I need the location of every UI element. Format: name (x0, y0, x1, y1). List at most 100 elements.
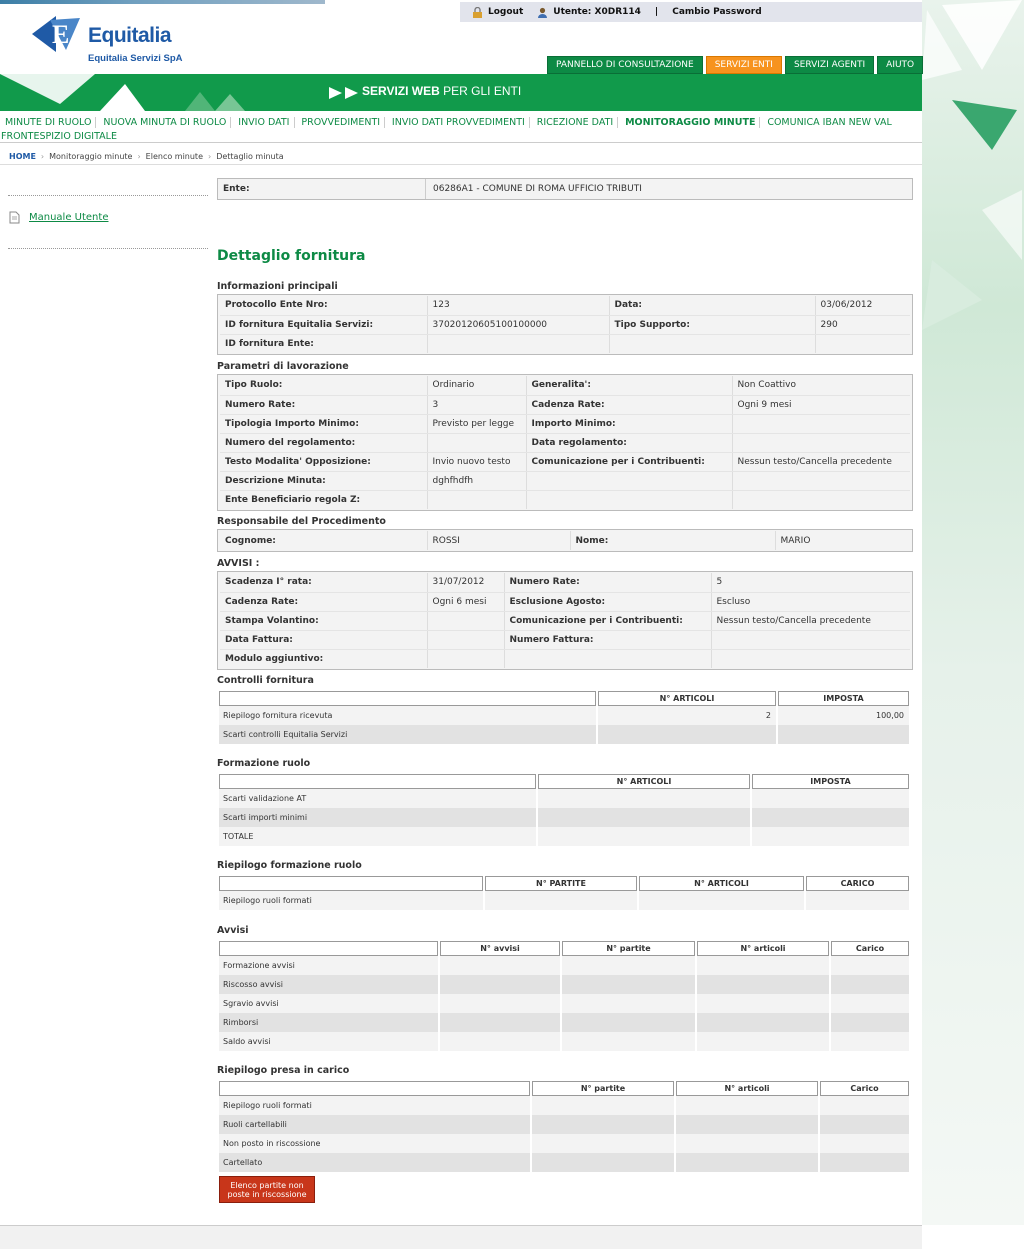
decorative-triangles (922, 0, 1022, 330)
riepilogo-formazione-section: Riepilogo formazione ruolo N° PARTITE N° … (217, 860, 911, 910)
riepilogo-formazione-table: N° PARTITE N° ARTICOLI CARICO Riepilogo ru… (217, 876, 911, 910)
menu-invio-dati[interactable]: INVIO DATI (234, 117, 295, 128)
grid-row: Numero del regolamento: Data regolamento: (220, 433, 910, 453)
breadcrumb-home[interactable]: HOME (9, 152, 36, 161)
ente-value: 06286A1 - COMUNE DI ROMA UFFICIO TRIBUTI (425, 179, 642, 199)
table-row: Non posto in riscossione (219, 1134, 909, 1153)
services-banner: SERVIZI WEB PER GLI ENTI (0, 74, 922, 111)
avvisi-info-grid: Scadenza I° rata: 31/07/2012 Numero Rate: 5… (217, 571, 913, 670)
table-row: Ruoli cartellabili (219, 1115, 909, 1134)
sidebar-manual[interactable]: Manuale Utente (9, 211, 108, 224)
table-row: Saldo avvisi (219, 1032, 909, 1051)
user-icon (538, 7, 548, 18)
info-grid: Protocollo Ente Nro: 123 Data: 03/06/2012 I… (217, 294, 913, 355)
manual-link[interactable]: Manuale Utente (29, 212, 108, 223)
column-header: N° ARTICOLI (598, 691, 776, 706)
menu-comunica-iban[interactable]: COMUNICA IBAN NEW VAL (763, 117, 895, 128)
column-header: N° articoli (676, 1081, 818, 1096)
footer (0, 1225, 922, 1249)
elenco-partite-button[interactable]: Elenco partite non poste in riscossione (219, 1176, 315, 1203)
table-row: Scarti validazione AT (219, 789, 909, 808)
ente-row: Ente: 06286A1 - COMUNE DI ROMA UFFICIO T… (217, 178, 913, 200)
decorative-background (922, 0, 1024, 1225)
menu-invio-dati-provvedimenti[interactable]: INVIO DATI PROVVEDIMENTI (387, 117, 530, 128)
column-header: IMPOSTA (752, 774, 909, 789)
presa-carico-table: N° partite N° articoli Carico Riepilogo ru… (217, 1081, 911, 1172)
column-header: N° partite (532, 1081, 674, 1096)
table-row: TOTALE (219, 827, 909, 846)
grid-row: Cadenza Rate: Ogni 6 mesi Esclusione Agost… (220, 592, 910, 612)
table-row: Riepilogo ruoli formati (219, 891, 909, 910)
formazione-section: Formazione ruolo N° ARTICOLI IMPOSTA Scar… (217, 758, 911, 846)
banner-title: SERVIZI WEB PER GLI ENTI (362, 84, 522, 98)
grid-row: Modulo aggiuntivo: (220, 649, 910, 668)
avvisi-info-section: AVVISI : Scadenza I° rata: 31/07/2012 Nume… (217, 558, 913, 670)
separator: | (654, 7, 659, 17)
sidebar-divider (8, 248, 208, 249)
resp-section: Responsabile del Procedimento Cognome: RO… (217, 516, 913, 552)
avvisi-table: N° avvisi N° partite N° articoli Carico For… (217, 941, 911, 1051)
column-header: CARICO (806, 876, 909, 891)
table-row: Riepilogo ruoli formati (219, 1096, 909, 1115)
chevron-right-icon: › (40, 152, 45, 161)
params-section: Parametri di lavorazione Tipo Ruolo: Ordi… (217, 361, 913, 511)
controlli-table: N° ARTICOLI IMPOSTA Riepilogo fornitura r… (217, 691, 911, 744)
menu-provvedimenti[interactable]: PROVVEDIMENTI (297, 117, 386, 128)
presa-carico-section: Riepilogo presa in carico N° partite N° a… (217, 1065, 911, 1172)
change-password-link[interactable]: Cambio Password (672, 7, 761, 17)
grid-row: Scadenza I° rata: 31/07/2012 Numero Rate: 5 (220, 573, 910, 593)
grid-row: Descrizione Minuta: dghfhdfh (220, 471, 910, 491)
column-header: N° PARTITE (485, 876, 637, 891)
document-icon (9, 211, 20, 224)
section-heading: AVVISI : (217, 558, 260, 569)
chevron-right-icon: › (208, 152, 212, 161)
top-accent-bar (0, 0, 325, 4)
section-heading: Riepilogo presa in carico (217, 1065, 350, 1076)
table-row: Scarti importi minimi (219, 808, 909, 827)
grid-row: Data Fattura: Numero Fattura: (220, 630, 910, 650)
breadcrumb: HOME › Monitoraggio minute › Elenco minu… (0, 149, 922, 165)
menu-minute-di-ruolo[interactable]: MINUTE DI RUOLO (1, 117, 97, 128)
svg-text:E: E (52, 20, 69, 49)
grid-row: Ente Beneficiario regola Z: (220, 490, 910, 509)
breadcrumb-monitoraggio[interactable]: Monitoraggio minute (49, 152, 132, 161)
logo-subtitle: Equitalia Servizi SpA (88, 53, 183, 64)
column-header: N° ARTICOLI (538, 774, 750, 789)
page: Logout Utente: X0DR114 | Cambio Password… (0, 0, 1024, 1249)
grid-row: Tipologia Importo Minimo: Previsto per le… (220, 414, 910, 434)
sidebar-divider (8, 195, 208, 196)
breadcrumb-elenco[interactable]: Elenco minute (146, 152, 203, 161)
resp-grid: Cognome: ROSSI Nome: MARIO (217, 529, 913, 552)
user-info: Utente: X0DR114 (537, 7, 641, 18)
menu-nuova-minuta[interactable]: NUOVA MINUTA DI RUOLO (99, 117, 232, 128)
column-header: N° ARTICOLI (639, 876, 804, 891)
params-grid: Tipo Ruolo: Ordinario Generalita': Non Coat… (217, 374, 913, 511)
section-heading: Riepilogo formazione ruolo (217, 860, 362, 871)
tab-servizi-enti[interactable]: SERVIZI ENTI (705, 56, 782, 74)
chevron-right-icon: › (137, 152, 141, 161)
equitalia-logo-icon: E (32, 16, 80, 52)
column-header: Carico (820, 1081, 909, 1096)
tab-pannello-consultazione[interactable]: PANNELLO DI CONSULTAZIONE (547, 56, 703, 74)
menu-frontespizio-digitale[interactable]: FRONTESPIZIO DIGITALE (1, 131, 121, 142)
section-heading: Controlli fornitura (217, 675, 314, 686)
tab-servizi-agenti[interactable]: SERVIZI AGENTI (784, 56, 875, 74)
section-heading: Parametri di lavorazione (217, 361, 349, 372)
logo-text: Equitalia (88, 24, 172, 47)
ente-label: Ente: (223, 184, 250, 194)
top-tabs: PANNELLO DI CONSULTAZIONE SERVIZI ENTI S… (547, 56, 926, 74)
menu-monitoraggio-minute[interactable]: MONITORAGGIO MINUTE (621, 117, 761, 128)
grid-row: Cognome: ROSSI Nome: MARIO (220, 531, 910, 550)
formazione-table: N° ARTICOLI IMPOSTA Scarti validazione AT… (217, 774, 911, 846)
tab-aiuto[interactable]: AIUTO (877, 56, 924, 74)
section-heading: Responsabile del Procedimento (217, 516, 386, 527)
section-heading: Avvisi (217, 925, 249, 936)
controlli-section: Controlli fornitura N° ARTICOLI IMPOSTA R… (217, 675, 911, 744)
table-row: Sgravio avvisi (219, 994, 909, 1013)
section-heading: Formazione ruolo (217, 758, 311, 769)
logout-link[interactable]: Logout (472, 6, 523, 18)
grid-row: Stampa Volantino: Comunicazione per i Con… (220, 611, 910, 631)
menu-ricezione-dati[interactable]: RICEZIONE DATI (532, 117, 619, 128)
table-row: Rimborsi (219, 1013, 909, 1032)
grid-row: ID fornitura Ente: (220, 334, 910, 353)
